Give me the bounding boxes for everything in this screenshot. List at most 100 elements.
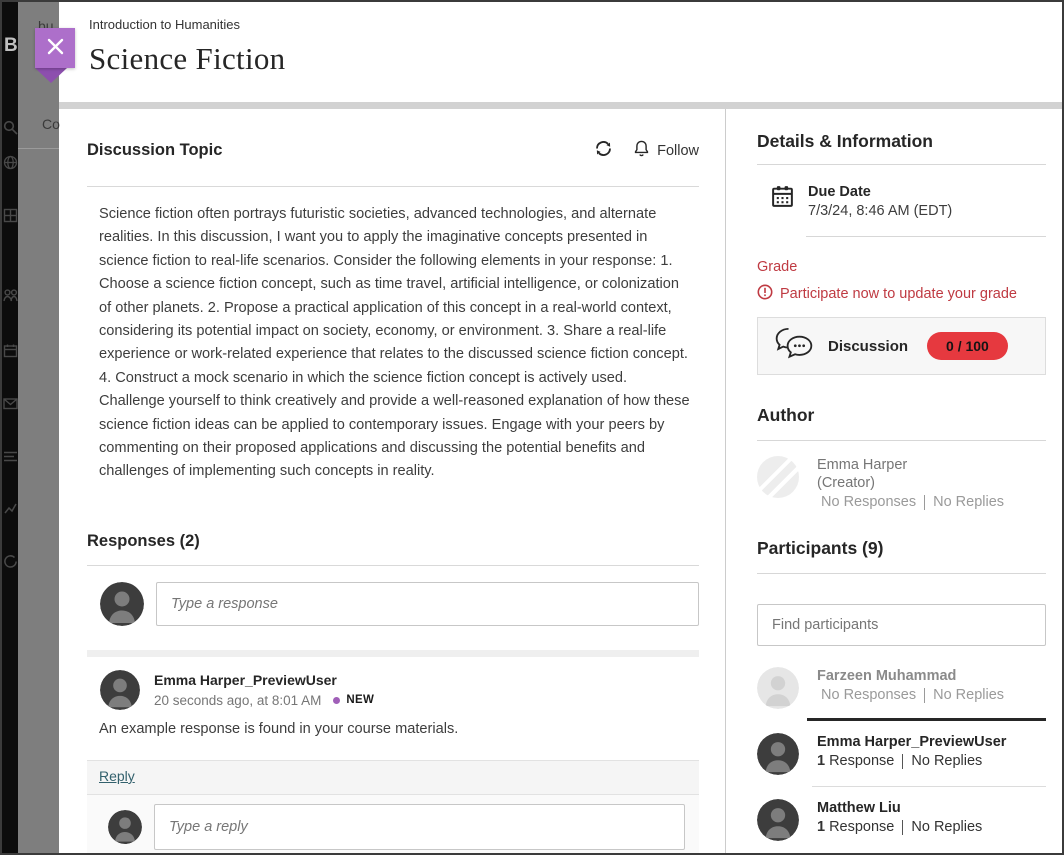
response-input[interactable] xyxy=(156,582,699,626)
warning-icon xyxy=(757,284,773,304)
new-badge: NEW xyxy=(346,694,374,706)
creator-avatar xyxy=(757,456,799,498)
responses-count: 1 xyxy=(817,753,825,769)
author-row: Emma Harper (Creator) No Responses No Re… xyxy=(757,456,1046,510)
author-stats: No Responses No Replies xyxy=(817,494,1004,510)
grades-icon[interactable] xyxy=(3,501,18,521)
author-responses-label: No Responses xyxy=(821,494,916,510)
discussion-panel: Introduction to Humanities Science Ficti… xyxy=(59,2,1062,853)
grade-warning-text: Participate now to update your grade xyxy=(780,286,1017,302)
participant-stats: No Responses No Replies xyxy=(817,687,1004,703)
header-separator xyxy=(59,102,1062,109)
author-name: Emma Harper xyxy=(817,457,1004,473)
rule xyxy=(806,236,1046,237)
sign-out-icon[interactable] xyxy=(3,554,18,574)
details-heading: Details & Information xyxy=(757,131,1046,152)
stats-separator xyxy=(902,754,903,769)
course-name: Introduction to Humanities xyxy=(89,17,1062,32)
bell-icon xyxy=(633,139,650,162)
close-panel-button[interactable] xyxy=(35,28,75,68)
search-icon[interactable] xyxy=(3,120,18,140)
response-body: An example response is found in your cou… xyxy=(87,721,699,737)
screenshot-root: B bu Co Introduction to Humanities Scien… xyxy=(0,0,1064,855)
details-sidebar: Details & Information Due Date 7/3/24, 8… xyxy=(757,109,1046,853)
participant-name: Farzeen Muhammad xyxy=(817,668,1004,684)
participant-row[interactable]: Matthew Liu 1 Response No Replies xyxy=(757,799,1046,841)
page-title: Science Fiction xyxy=(89,41,1062,77)
close-button-fold xyxy=(35,68,67,83)
participant-stats: 1 Response No Replies xyxy=(817,819,982,835)
rule xyxy=(812,786,1046,787)
section-separator-band xyxy=(87,650,699,657)
calendar-icon xyxy=(770,184,795,219)
responses-count: 1 xyxy=(817,819,825,835)
follow-button[interactable]: Follow xyxy=(633,139,699,162)
globe-icon[interactable] xyxy=(3,155,18,175)
stats-separator xyxy=(902,820,903,835)
responses-label: No Responses xyxy=(821,687,916,703)
current-user-avatar xyxy=(100,582,144,626)
grade-pill: 0 / 100 xyxy=(927,332,1008,360)
response-author-name: Emma Harper_PreviewUser xyxy=(154,672,374,688)
panel-header: Introduction to Humanities Science Ficti… xyxy=(59,2,1062,102)
main-column: Discussion Topic Follow Science fiction … xyxy=(87,109,699,853)
reply-input[interactable] xyxy=(154,804,685,850)
reply-link[interactable]: Reply xyxy=(99,768,135,784)
participant-avatar xyxy=(757,733,799,775)
author-heading: Author xyxy=(757,405,1046,426)
discussion-topic-text: Science fiction often portrays futuristi… xyxy=(87,203,695,484)
replies-label: No Replies xyxy=(911,819,982,835)
response-card: Emma Harper_PreviewUser 20 seconds ago, … xyxy=(87,670,699,737)
dimmed-divider xyxy=(18,148,59,149)
replies-label: No Replies xyxy=(911,753,982,769)
grade-item: Discussion 0 / 100 xyxy=(757,317,1046,375)
grade-warning-row: Participate now to update your grade xyxy=(757,284,1046,304)
participants-heading: Participants (9) xyxy=(757,538,1046,559)
dimmed-tab-fragment: Co xyxy=(42,116,60,132)
discussion-icon xyxy=(773,325,815,367)
discussion-topic-heading: Discussion Topic xyxy=(87,141,222,160)
author-role: (Creator) xyxy=(817,475,1004,491)
sidebar-divider xyxy=(725,109,726,853)
stats-separator xyxy=(924,495,925,510)
responses-label: Response xyxy=(829,753,894,769)
stats-separator xyxy=(924,688,925,703)
due-date-label: Due Date xyxy=(808,184,952,200)
institution-icon[interactable] xyxy=(3,208,18,228)
refresh-button[interactable] xyxy=(594,139,613,162)
participant-row[interactable]: Emma Harper_PreviewUser 1 Response No Re… xyxy=(757,733,1046,775)
messages-icon[interactable] xyxy=(3,396,18,416)
focus-underline xyxy=(807,718,1046,721)
participant-name: Emma Harper_PreviewUser xyxy=(817,734,1006,750)
follow-label: Follow xyxy=(657,143,699,159)
author-replies-label: No Replies xyxy=(933,494,1004,510)
replies-label: No Replies xyxy=(933,687,1004,703)
participant-name: Matthew Liu xyxy=(817,800,982,816)
close-icon xyxy=(46,37,65,59)
participant-avatar xyxy=(757,667,799,709)
find-participants-input[interactable] xyxy=(757,604,1046,646)
grade-item-label: Discussion xyxy=(828,338,908,355)
participant-stats: 1 Response No Replies xyxy=(817,753,1006,769)
participant-avatar xyxy=(757,799,799,841)
responses-label: Response xyxy=(829,819,894,835)
activity-stream-icon[interactable] xyxy=(3,449,18,469)
reply-action-bar: Reply xyxy=(87,760,699,795)
response-timestamp: 20 seconds ago, at 8:01 AM xyxy=(154,693,321,708)
response-compose-row xyxy=(87,582,699,626)
responses-heading: Responses (2) xyxy=(87,532,699,551)
courses-icon[interactable] xyxy=(3,288,18,308)
refresh-icon xyxy=(594,139,613,162)
due-date-value: 7/3/24, 8:46 AM (EDT) xyxy=(808,203,952,219)
participant-row[interactable]: Farzeen Muhammad No Responses No Replies xyxy=(757,667,1046,709)
new-indicator-dot xyxy=(333,697,340,704)
rule xyxy=(87,565,699,566)
rule xyxy=(757,164,1046,165)
reply-compose-row xyxy=(87,795,699,855)
due-date-block: Due Date 7/3/24, 8:46 AM (EDT) xyxy=(757,184,1046,219)
app-navigation-bar: B xyxy=(2,2,18,853)
page-dim-overlay: bu Co xyxy=(18,2,59,853)
calendar-nav-icon[interactable] xyxy=(3,343,18,363)
grade-label: Grade xyxy=(757,259,1046,275)
response-author-avatar xyxy=(100,670,140,710)
